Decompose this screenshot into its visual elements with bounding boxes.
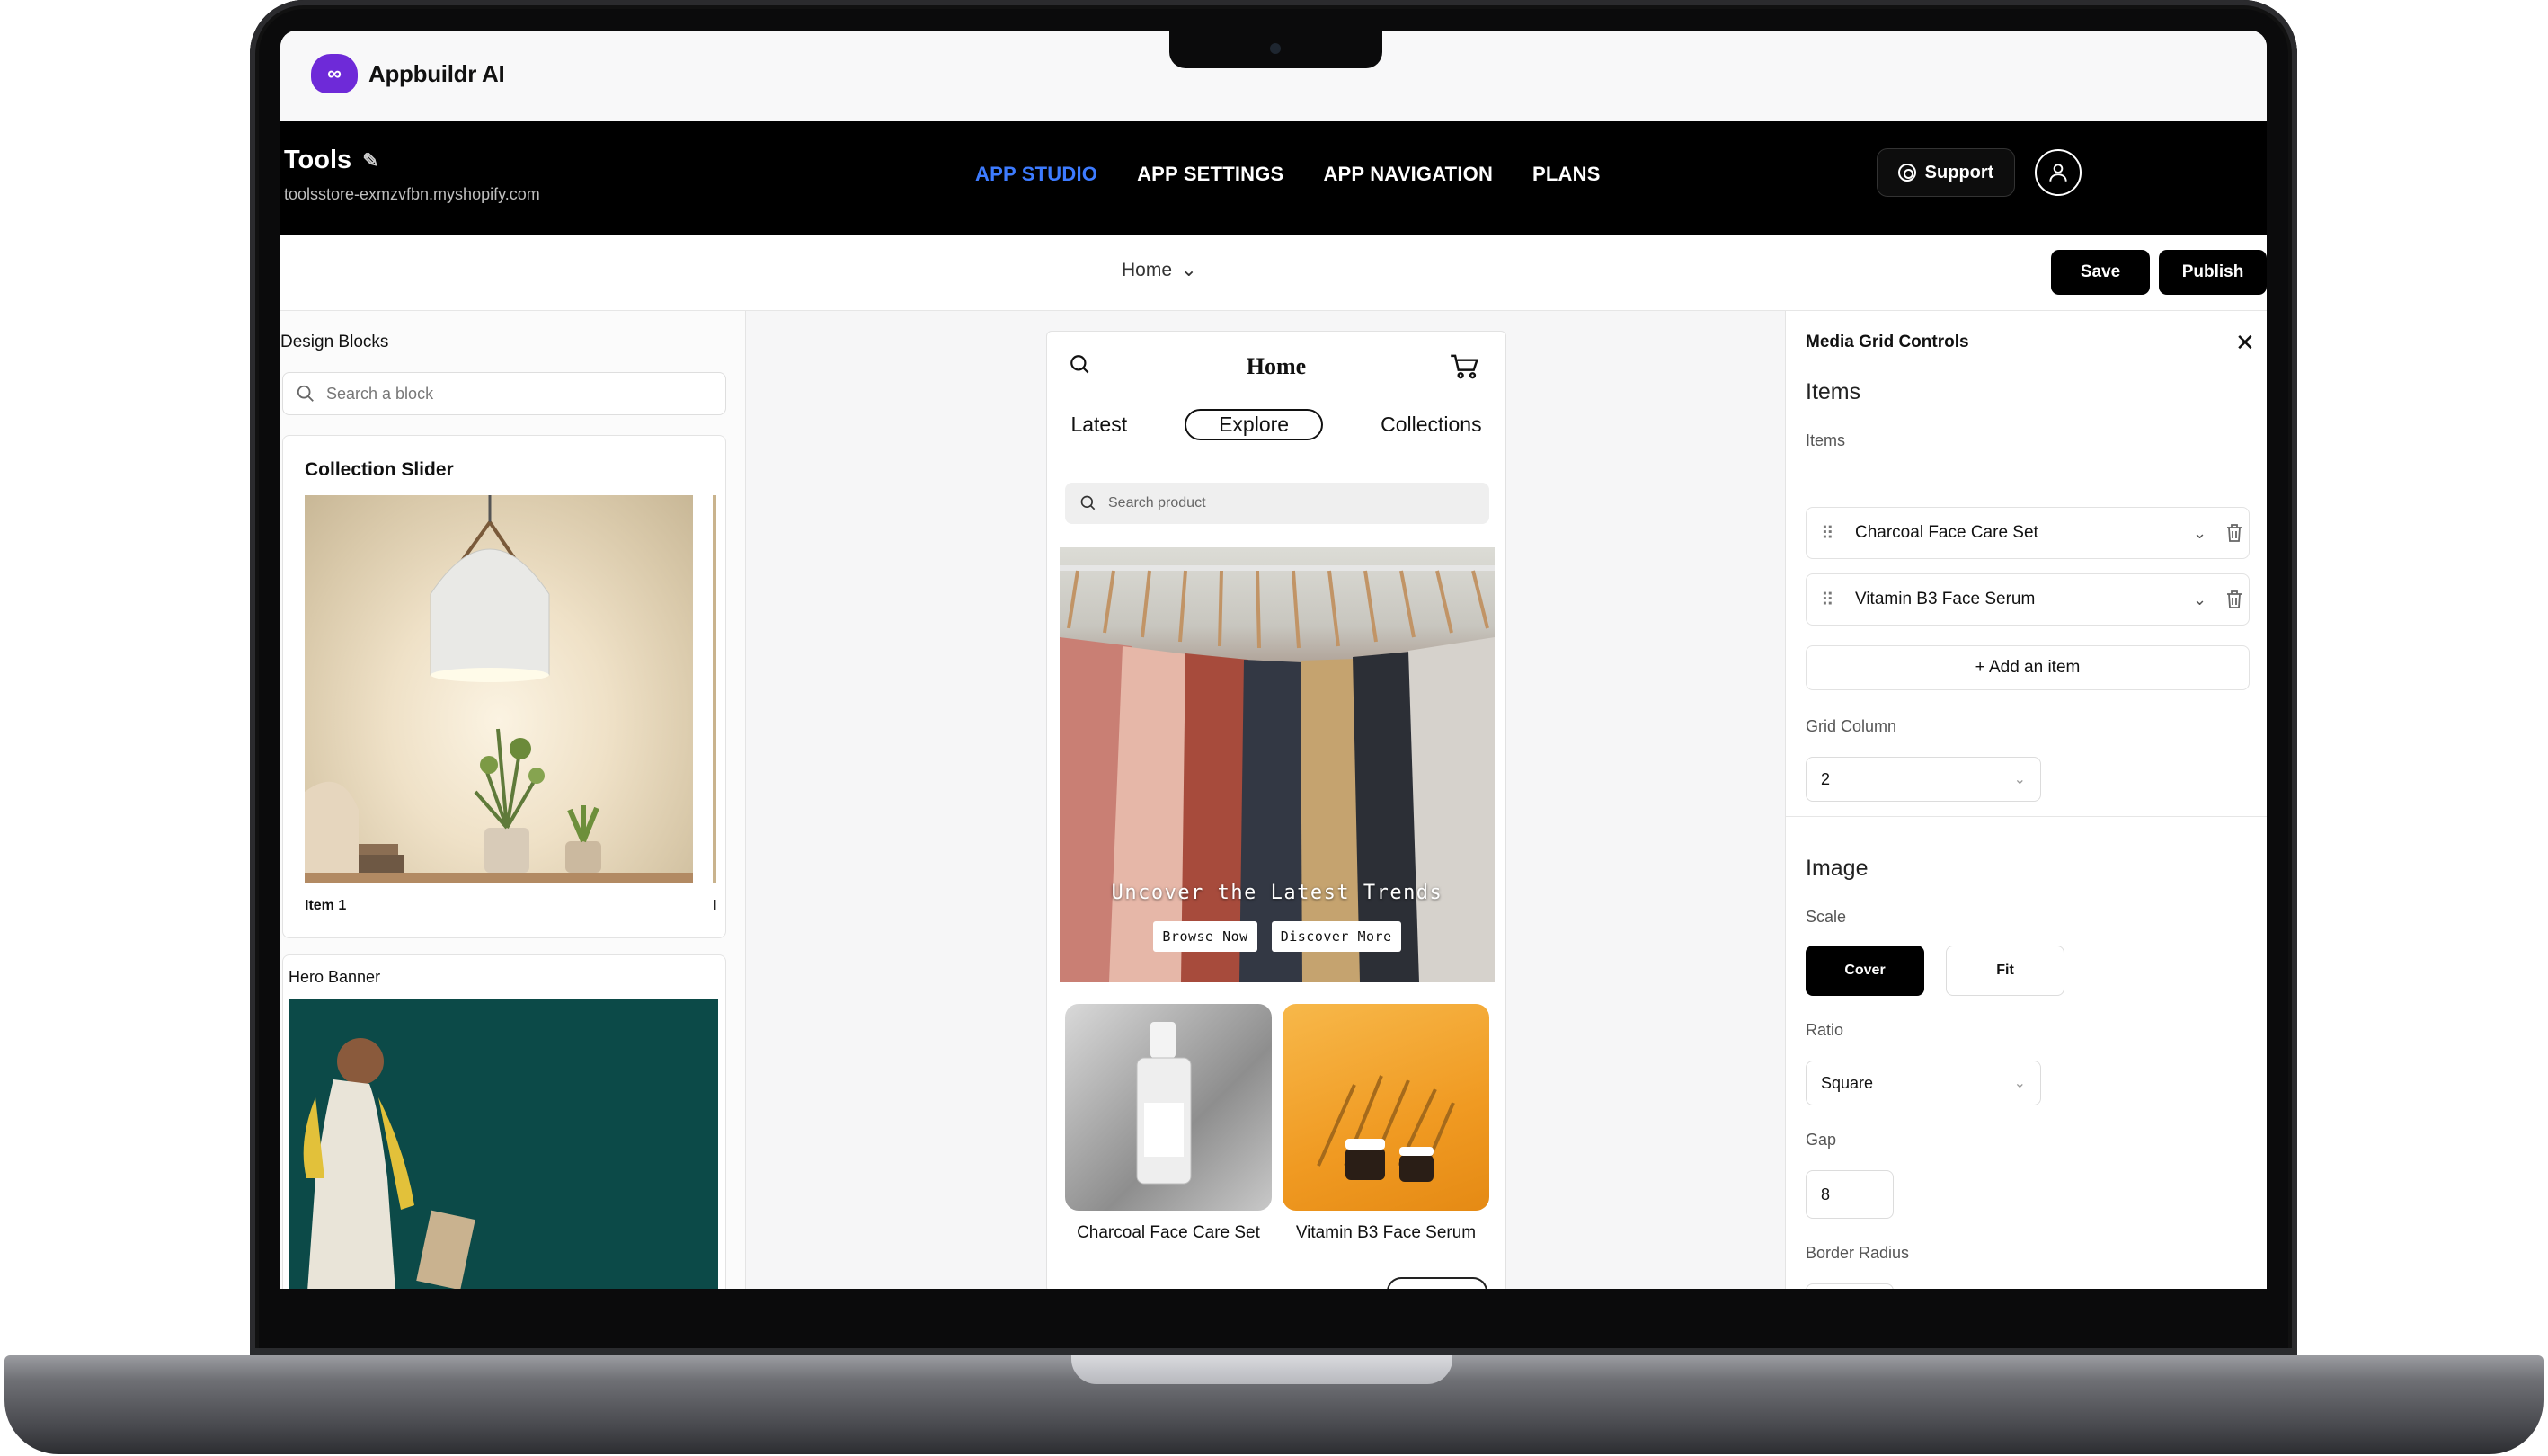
save-button[interactable]: Save xyxy=(2051,250,2150,295)
app-screen: ∞ Appbuildr AI Tools ✎ toolsstore-exmzvf… xyxy=(280,31,2267,1289)
panel-title: Design Blocks xyxy=(280,333,389,351)
nav-plans[interactable]: PLANS xyxy=(1532,163,1601,186)
grid-item[interactable]: Vitamin B3 Face Serum xyxy=(1283,1004,1489,1243)
page-select-value: Home xyxy=(1122,259,1173,280)
user-icon xyxy=(2049,164,2067,182)
grid-item-row[interactable]: ⠿ Charcoal Face Care Set ⌄ xyxy=(1806,507,2250,559)
border-radius-label: Border Radius xyxy=(1806,1244,1910,1262)
page-select-dropdown[interactable]: Home ⌄ xyxy=(1122,259,1197,281)
support-icon xyxy=(1897,164,1916,182)
product-search-input[interactable]: Search product xyxy=(1065,483,1489,524)
close-icon[interactable]: ✕ xyxy=(2235,329,2255,357)
discover-more-button[interactable]: Discover More xyxy=(1271,921,1401,952)
search-icon xyxy=(297,385,314,402)
chevron-down-icon: ⌄ xyxy=(1181,260,1197,280)
grid-item-caption: Charcoal Face Care Set xyxy=(1077,1223,1260,1242)
preview-tabs: Latest Explore Collections xyxy=(1047,409,1505,440)
hero-buttons: Browse Now Discover More xyxy=(1060,921,1495,952)
tab-collections[interactable]: Collections xyxy=(1348,409,1505,440)
grid-image-serum xyxy=(1283,1004,1489,1211)
grid-column-value: 2 xyxy=(1821,769,1831,788)
scale-label: Scale xyxy=(1806,908,1847,926)
nav-app-navigation[interactable]: APP NAVIGATION xyxy=(1323,163,1493,186)
border-radius-input[interactable]: 15 xyxy=(1806,1283,1894,1289)
search-icon xyxy=(1080,495,1096,510)
store-title: Tools ✎ xyxy=(284,146,379,175)
scale-fit-button[interactable]: Fit xyxy=(1946,946,2064,996)
ratio-label: Ratio xyxy=(1806,1021,1844,1039)
laptop-thumb-notch xyxy=(1071,1355,1452,1384)
grid-item-row[interactable]: ⠿ Vitamin B3 Face Serum ⌄ xyxy=(1806,573,2250,626)
design-blocks-panel: Design Blocks Search a block Collection … xyxy=(280,311,746,1289)
nav-app-settings[interactable]: APP SETTINGS xyxy=(1137,163,1283,186)
block-search-placeholder: Search a block xyxy=(326,384,434,403)
browse-now-button[interactable]: Browse Now xyxy=(1153,921,1257,952)
store-name: Tools xyxy=(284,146,352,174)
grid-item[interactable]: Charcoal Face Care Set xyxy=(1065,1004,1272,1243)
collection-slider-block[interactable]: Collection Slider Item 1 I xyxy=(282,435,726,938)
chevron-down-icon[interactable]: ⌄ xyxy=(2193,524,2215,543)
trash-icon[interactable] xyxy=(2225,590,2243,609)
logo[interactable]: ∞ Appbuildr AI xyxy=(311,54,505,93)
hero-banner-block[interactable]: Hero Banner xyxy=(282,954,726,1289)
edit-pencil-icon[interactable]: ✎ xyxy=(362,149,378,173)
hero-image-clothes-rack: Uncover the Latest Trends Browse Now Dis… xyxy=(1060,547,1495,982)
preview-page-title: Home xyxy=(1246,353,1307,379)
publish-button[interactable]: Publish xyxy=(2159,250,2267,295)
scale-cover-button[interactable]: Cover xyxy=(1806,946,1924,996)
ratio-select[interactable]: Square ⌄ xyxy=(1806,1061,2041,1105)
camera-notch xyxy=(1169,31,1382,68)
tab-explore[interactable]: Explore xyxy=(1185,409,1324,440)
chevron-down-icon[interactable]: ⌄ xyxy=(2193,590,2215,609)
support-button[interactable]: Support xyxy=(1877,148,2015,197)
nav-app-studio[interactable]: APP STUDIO xyxy=(975,163,1097,186)
camera-icon xyxy=(1270,43,1281,54)
grid-column-label: Grid Column xyxy=(1806,717,1897,735)
chevron-down-icon: ⌄ xyxy=(2013,1076,2026,1091)
support-label: Support xyxy=(1924,162,1994,182)
gap-label: Gap xyxy=(1806,1131,1837,1149)
grid-item-name: Vitamin B3 Face Serum xyxy=(1855,590,2036,608)
store-url: toolsstore-exmzvfbn.myshopify.com xyxy=(284,185,540,203)
tab-latest[interactable]: Latest xyxy=(1047,409,1159,440)
media-grid-controls-panel: Media Grid Controls ✕ Items Items ⠿ Char… xyxy=(1785,311,2267,1289)
hero-banner-image xyxy=(289,999,718,1289)
chevron-down-icon: ⌄ xyxy=(2013,772,2026,787)
trash-icon[interactable] xyxy=(2225,523,2243,543)
editor-toolbar: Home ⌄ Save Publish xyxy=(280,235,2267,311)
ratio-value: Square xyxy=(1821,1073,1874,1092)
grid-image-charcoal xyxy=(1065,1004,1272,1211)
grid-item-name: Charcoal Face Care Set xyxy=(1855,523,2038,542)
grid-column-select[interactable]: 2 ⌄ xyxy=(1806,757,2041,802)
logo-text: Appbuildr AI xyxy=(368,59,505,87)
section-divider xyxy=(1786,816,2267,817)
items-label: Items xyxy=(1806,431,1846,449)
slider-image-lamp xyxy=(305,495,693,883)
cart-icon[interactable] xyxy=(1450,353,1480,380)
primary-nav: APP STUDIO APP SETTINGS APP NAVIGATION P… xyxy=(975,163,1601,186)
items-heading: Items xyxy=(1806,379,1861,404)
preview-canvas: Home Latest Explore Collections Search p… xyxy=(746,311,1785,1289)
grid-item-caption: Vitamin B3 Face Serum xyxy=(1295,1223,1477,1242)
block-title: Hero Banner xyxy=(289,968,381,986)
product-search-placeholder: Search product xyxy=(1108,495,1206,510)
slider-image-next xyxy=(713,495,716,883)
media-grid: Charcoal Face Care Set Vitamin B3 Face S… xyxy=(1065,1004,1489,1243)
image-heading: Image xyxy=(1806,856,1869,881)
slider-item-caption: Item 1 xyxy=(305,898,347,913)
block-title: Collection Slider xyxy=(305,459,454,480)
drag-handle-icon[interactable]: ⠿ xyxy=(1821,522,1834,545)
user-account-button[interactable] xyxy=(2035,149,2082,196)
block-search-input[interactable]: Search a block xyxy=(282,372,726,415)
hero-headline: Uncover the Latest Trends xyxy=(1111,882,1443,904)
drag-handle-icon[interactable]: ⠿ xyxy=(1821,589,1834,611)
add-item-button[interactable]: + Add an item xyxy=(1806,645,2250,690)
gap-input[interactable]: 8 xyxy=(1806,1170,1894,1219)
main-nav-bar: Tools ✎ toolsstore-exmzvfbn.myshopify.co… xyxy=(280,121,2267,235)
phone-preview: Home Latest Explore Collections Search p… xyxy=(1046,331,1506,1289)
slider-item-caption: I xyxy=(713,898,717,913)
view-more-button[interactable] xyxy=(1387,1277,1487,1289)
logo-icon: ∞ xyxy=(311,54,358,93)
panel-title: Media Grid Controls xyxy=(1806,333,1969,351)
